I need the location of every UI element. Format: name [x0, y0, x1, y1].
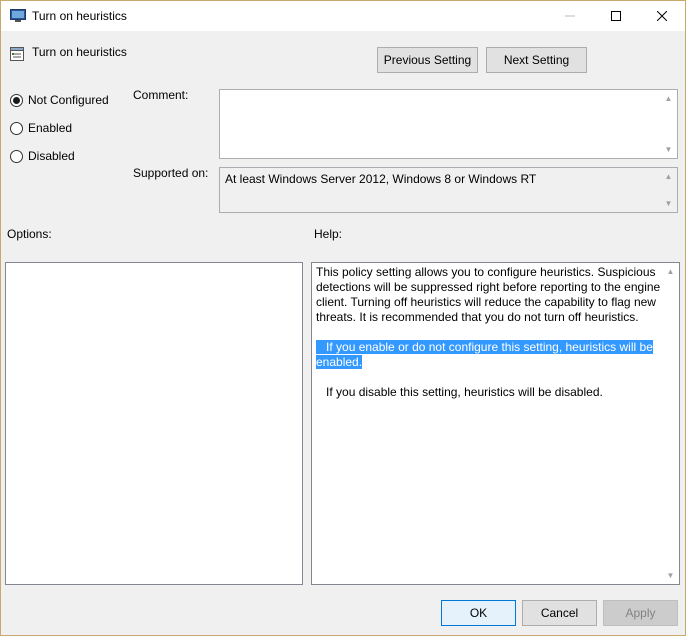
scroll-down-icon[interactable]: ▼: [665, 141, 673, 158]
radio-indicator[interactable]: [10, 121, 23, 135]
help-paragraph: This policy setting allows you to config…: [316, 265, 661, 324]
radio-not-configured[interactable]: Not Configured: [10, 93, 109, 107]
help-panel[interactable]: This policy setting allows you to config…: [311, 262, 680, 585]
help-paragraph: If you disable this setting, heuristics …: [316, 385, 661, 400]
ok-button[interactable]: OK: [441, 600, 516, 626]
scroll-up-icon[interactable]: ▲: [665, 90, 673, 107]
apply-button[interactable]: Apply: [603, 600, 678, 626]
help-paragraph-selected: If you enable or do not configure this s…: [316, 340, 661, 370]
help-text: This policy setting allows you to config…: [316, 265, 661, 415]
comment-field[interactable]: ▲ ▼: [219, 89, 678, 159]
supported-on-label: Supported on:: [133, 166, 209, 180]
radio-label: Disabled: [28, 149, 75, 163]
scroll-down-icon[interactable]: ▼: [667, 567, 675, 584]
setting-title: Turn on heuristics: [32, 45, 127, 59]
previous-setting-button[interactable]: Previous Setting: [377, 47, 478, 73]
radio-disabled[interactable]: Disabled: [10, 149, 75, 163]
window-title: Turn on heuristics: [32, 9, 127, 23]
radio-label: Not Configured: [28, 93, 109, 107]
radio-label: Enabled: [28, 121, 73, 135]
minimize-icon: [565, 15, 575, 17]
supported-on-field: At least Windows Server 2012, Windows 8 …: [219, 167, 678, 213]
close-icon: [657, 11, 667, 21]
selected-text: If you enable or do not configure this s…: [316, 340, 653, 369]
radio-enabled[interactable]: Enabled: [10, 121, 72, 135]
comment-scrollbar[interactable]: ▲ ▼: [660, 90, 677, 158]
supported-scrollbar[interactable]: ▲ ▼: [660, 168, 677, 212]
close-button[interactable]: [639, 1, 685, 31]
supported-on-value: At least Windows Server 2012, Windows 8 …: [225, 172, 537, 186]
policy-setting-icon: [10, 47, 24, 61]
scroll-up-icon[interactable]: ▲: [665, 168, 673, 185]
selected-text-content: If you enable or do not configure this s…: [316, 340, 653, 369]
options-panel: [5, 262, 303, 585]
title-bar[interactable]: Turn on heuristics: [1, 1, 685, 31]
policy-window-icon: [10, 9, 26, 22]
policy-dialog: Turn on heuristics Turn on heuristics Pr…: [0, 0, 686, 636]
scroll-up-icon[interactable]: ▲: [667, 263, 675, 280]
help-paragraph-content: If you disable this setting, heuristics …: [326, 385, 603, 399]
minimize-button[interactable]: [547, 1, 593, 31]
radio-indicator[interactable]: [10, 149, 23, 163]
radio-indicator[interactable]: [10, 93, 23, 107]
maximize-button[interactable]: [593, 1, 639, 31]
options-label: Options:: [7, 227, 52, 241]
scroll-down-icon[interactable]: ▼: [665, 195, 673, 212]
cancel-button[interactable]: Cancel: [522, 600, 597, 626]
next-setting-button[interactable]: Next Setting: [486, 47, 587, 73]
help-label: Help:: [314, 227, 343, 241]
maximize-icon: [611, 11, 621, 21]
help-scrollbar[interactable]: ▲ ▼: [662, 263, 679, 584]
comment-label: Comment:: [133, 88, 189, 102]
